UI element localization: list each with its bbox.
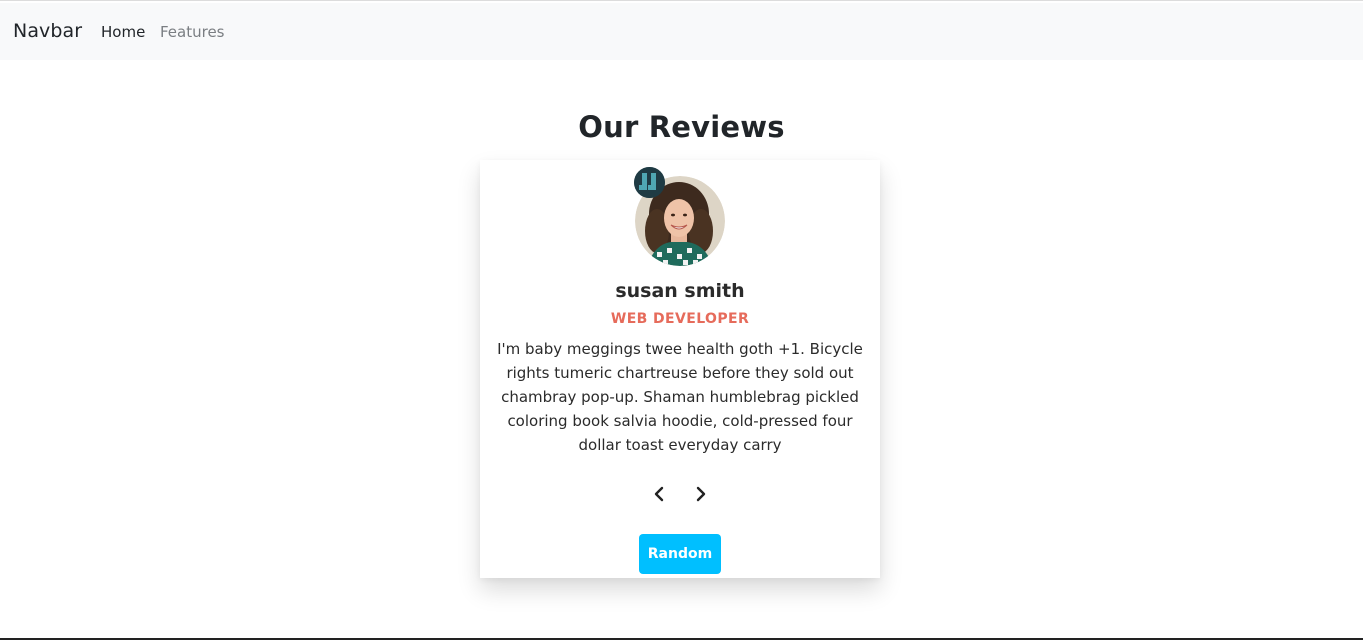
quote-icon	[634, 167, 665, 198]
chevron-right-icon	[696, 486, 706, 502]
reviewer-name: susan smith	[615, 280, 745, 302]
navbar: Navbar Home Features	[0, 3, 1363, 60]
random-button[interactable]: Random	[639, 534, 721, 574]
review-text: I'm baby meggings twee health goth +1. B…	[497, 340, 863, 454]
reviewer-job: WEB DEVELOPER	[610, 311, 750, 327]
review-card: susan smith WEB DEVELOPER I'm baby meggi…	[480, 160, 880, 578]
avatar-container	[634, 167, 725, 266]
next-button[interactable]	[690, 483, 712, 505]
page: Navbar Home Features Our Reviews susan s…	[0, 0, 1363, 640]
prev-button[interactable]	[648, 483, 670, 505]
chevron-left-icon	[654, 486, 664, 502]
nav-link-features[interactable]: Features	[160, 23, 225, 41]
section-title: Our Reviews	[578, 110, 785, 144]
navbar-brand[interactable]: Navbar	[13, 20, 82, 42]
nav-link-home[interactable]: Home	[101, 23, 145, 41]
